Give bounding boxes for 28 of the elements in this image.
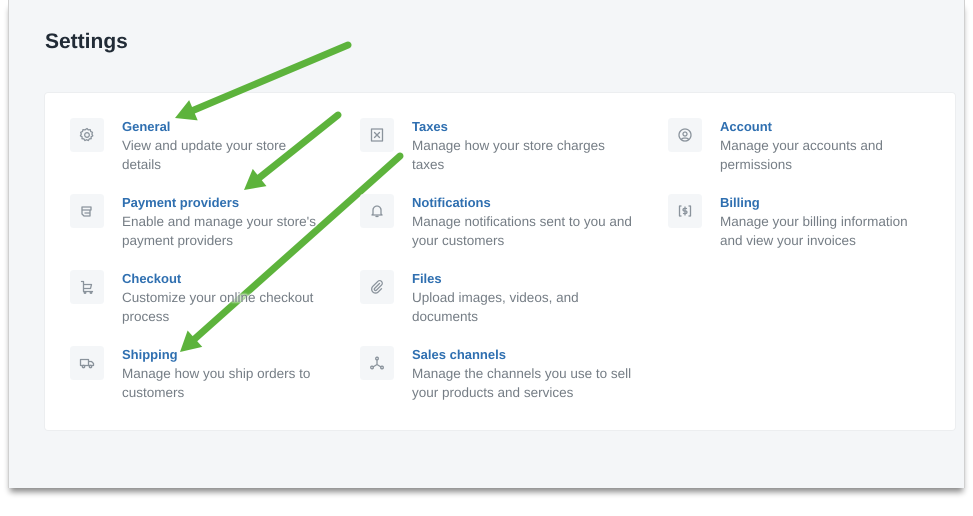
gear-icon	[79, 127, 95, 143]
settings-link[interactable]: Billing	[720, 194, 760, 212]
setting-description: Manage notifications sent to you and your customers	[412, 213, 633, 250]
setting-description: Manage the channels you use to sell your products and services	[412, 365, 632, 402]
cart-icon	[79, 279, 95, 295]
paperclip-icon	[369, 279, 385, 295]
settings-link[interactable]: Payment providers	[122, 194, 240, 212]
setting-description: Upload images, videos, and documents	[412, 289, 580, 326]
setting-description: View and update your store details	[122, 137, 288, 174]
settings-link[interactable]: Shipping	[122, 346, 178, 364]
settings-link[interactable]: Notifications	[412, 194, 491, 212]
bell-icon	[369, 203, 385, 219]
page-title: Settings	[44, 29, 129, 55]
settings-link[interactable]: Account	[720, 118, 772, 136]
settings-link[interactable]: Taxes	[412, 118, 448, 136]
setting-description: Manage how your store charges taxes	[412, 137, 606, 174]
dollar-bracket-icon	[677, 203, 693, 219]
settings-link[interactable]: Checkout	[122, 270, 182, 288]
account-icon	[677, 127, 693, 143]
setting-description: Manage your billing information and view your invoices	[720, 213, 909, 250]
settings-link[interactable]: Sales channels	[412, 346, 506, 364]
settings-link[interactable]: Files	[412, 270, 442, 288]
settings-link[interactable]: General	[122, 118, 170, 136]
network-icon	[369, 355, 385, 371]
receipt-icon	[369, 127, 385, 143]
setting-description: Manage how you ship orders to customers	[122, 365, 312, 402]
setting-description: Enable and manage your store's payment providers	[122, 213, 317, 250]
setting-description: Manage your accounts and permissions	[720, 137, 884, 174]
